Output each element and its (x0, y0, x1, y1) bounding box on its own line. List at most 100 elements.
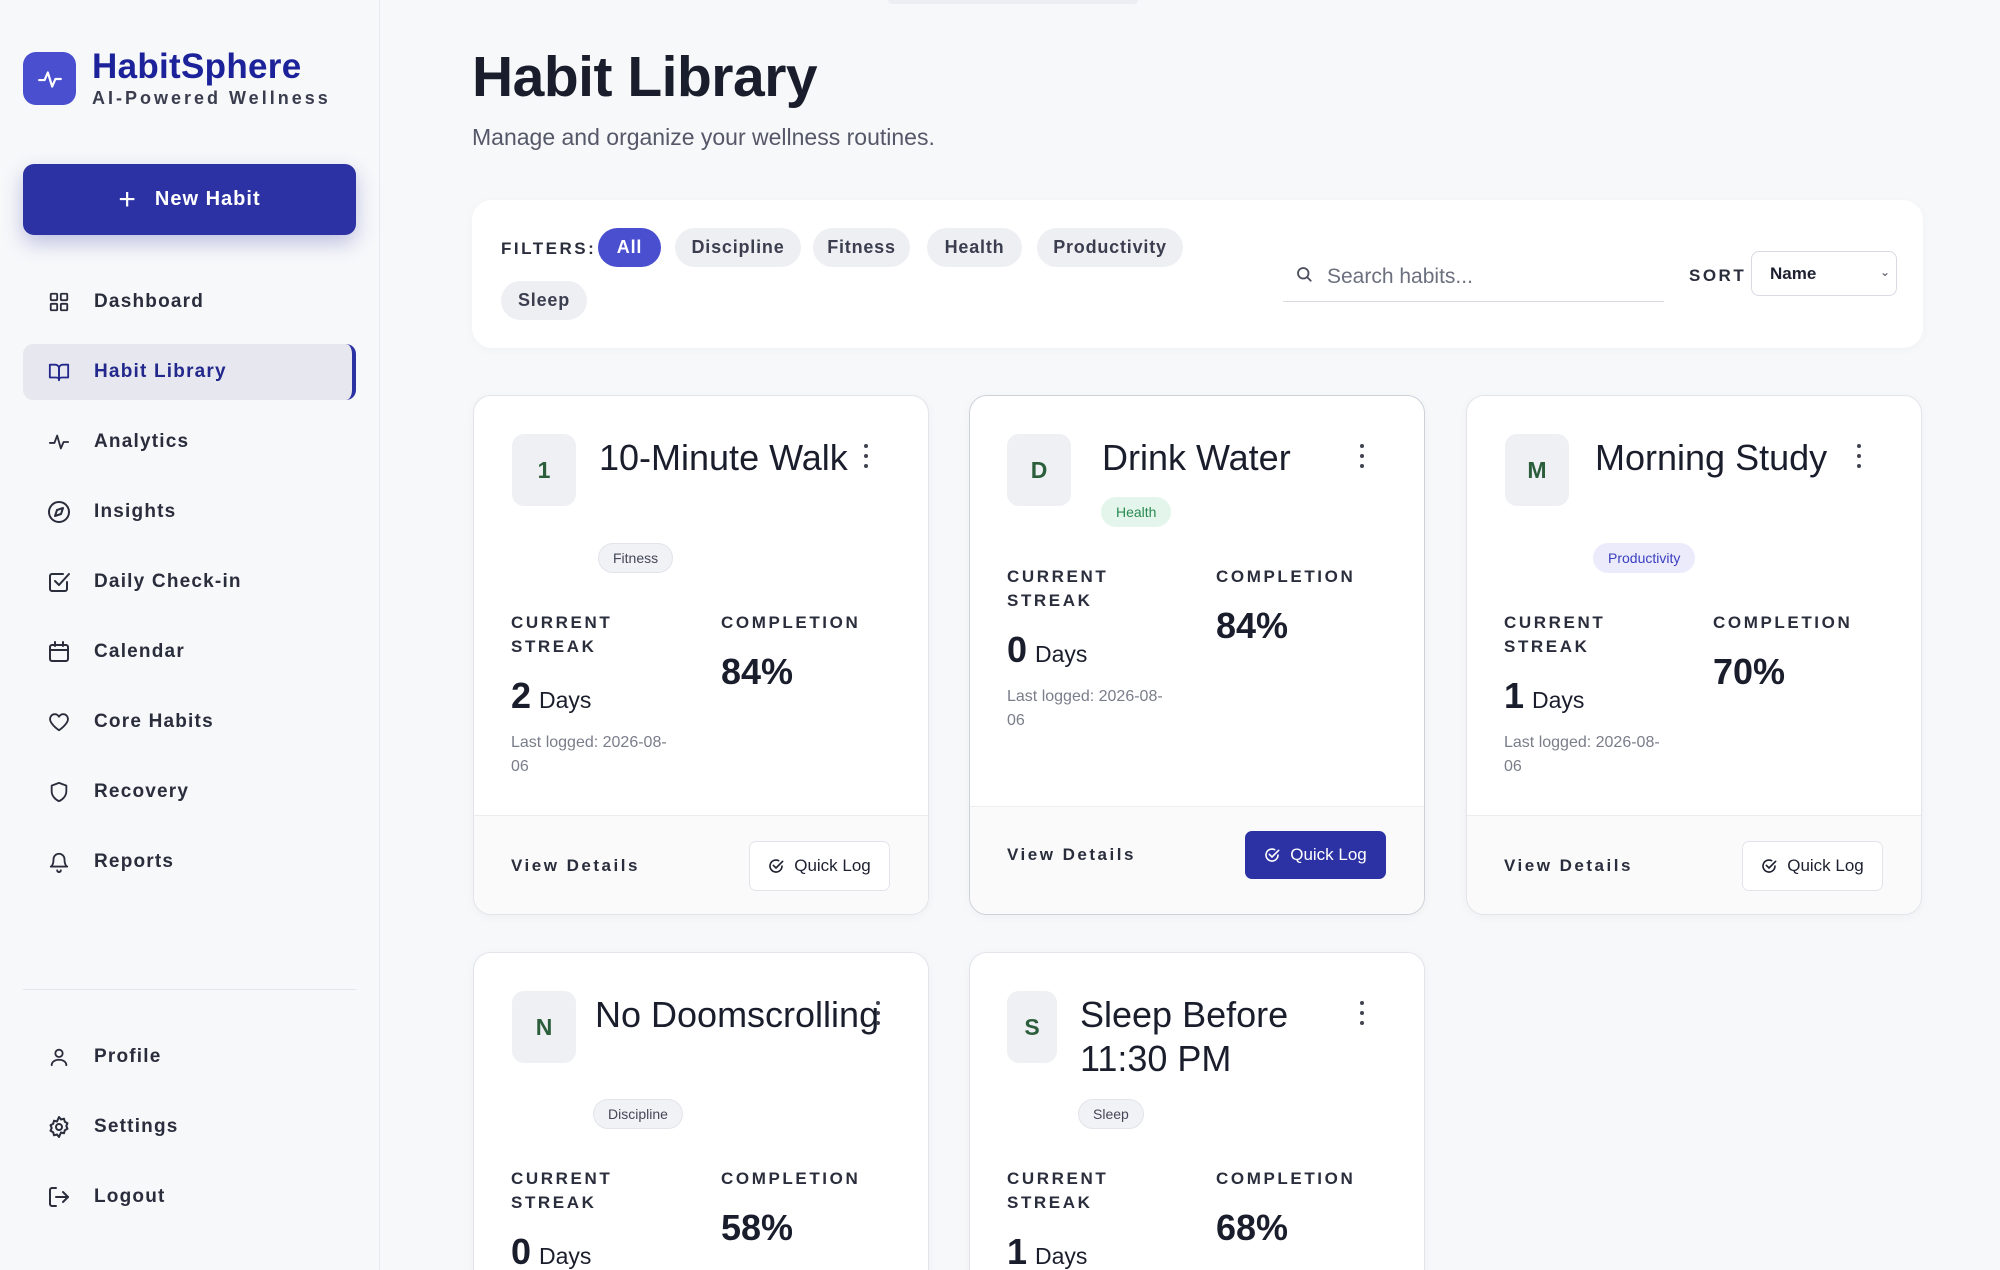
sidebar-item-logout[interactable]: Logout (23, 1169, 356, 1225)
habit-title[interactable]: No Doomscrolling (595, 993, 895, 1037)
sidebar-item-calendar[interactable]: Calendar (23, 624, 356, 680)
streak-value: 1 Days (1504, 675, 1584, 717)
completion-value: 84% (1216, 605, 1289, 646)
sidebar-item-core-habits[interactable]: Core Habits (23, 694, 356, 750)
habit-title[interactable]: 10-Minute Walk (599, 436, 849, 480)
filter-chip-fitness[interactable]: Fitness (813, 228, 910, 267)
pulse-icon (47, 430, 71, 454)
sidebar-item-dashboard[interactable]: Dashboard (23, 274, 356, 330)
new-habit-button[interactable]: + New Habit (23, 164, 356, 235)
sidebar-item-label: Logout (94, 1186, 166, 1207)
search-input[interactable] (1327, 264, 1647, 289)
completion-value: 68% (1216, 1207, 1289, 1248)
streak-unit: Days (1035, 1243, 1088, 1269)
calendar-icon (47, 640, 71, 664)
sidebar-item-daily-check-in[interactable]: Daily Check-in (23, 554, 356, 610)
habit-title[interactable]: Drink Water (1102, 436, 1352, 480)
completion-label: COMPLETION (1216, 1169, 1356, 1188)
streak-label: CURRENT STREAK (511, 613, 613, 656)
bell-icon (47, 850, 71, 874)
filter-chip-all[interactable]: All (598, 228, 661, 267)
last-logged: Last logged: 2026-08-06 (1504, 734, 1660, 775)
card-footer: View Details Quick Log (1467, 815, 1921, 914)
quick-log-button[interactable]: Quick Log (1245, 831, 1386, 879)
completion-label: COMPLETION (1216, 567, 1356, 586)
sidebar-item-label: Calendar (94, 641, 185, 662)
streak-value: 1 Days (1007, 1231, 1087, 1270)
streak-unit: Days (539, 687, 592, 713)
sidebar-item-habit-library[interactable]: Habit Library (23, 344, 356, 400)
filter-chip-sleep[interactable]: Sleep (501, 281, 587, 320)
more-options-icon[interactable] (872, 1001, 884, 1025)
quick-log-label: Quick Log (1290, 845, 1367, 864)
shield-icon (47, 780, 71, 804)
streak-label: CURRENT STREAK (1504, 613, 1606, 656)
streak-unit: Days (1035, 641, 1088, 667)
habit-title[interactable]: Morning Study (1595, 436, 1845, 480)
quick-log-button[interactable]: Quick Log (749, 841, 890, 891)
streak-number: 2 (511, 675, 532, 716)
brand-name: HabitSphere (92, 47, 302, 86)
more-options-icon[interactable] (1853, 444, 1865, 468)
filter-chip-productivity[interactable]: Productivity (1037, 228, 1183, 267)
habit-avatar: D (1007, 434, 1071, 506)
last-logged: Last logged: 2026-08-06 (1007, 688, 1163, 729)
brand[interactable]: HabitSphere AI-Powered Wellness (23, 48, 331, 109)
search-icon (1295, 265, 1313, 288)
completion-label: COMPLETION (1713, 613, 1853, 632)
streak-label: CURRENT STREAK (1007, 567, 1109, 610)
habit-tag: Discipline (593, 1099, 683, 1129)
completion-value: 84% (721, 651, 794, 692)
grid-icon (47, 290, 71, 314)
streak-number: 0 (511, 1231, 532, 1270)
habit-title[interactable]: Sleep Before 11:30 PM (1080, 993, 1340, 1081)
sidebar-item-label: Habit Library (94, 361, 227, 382)
pulse-logo-icon (23, 52, 76, 105)
quick-log-button[interactable]: Quick Log (1742, 841, 1883, 891)
view-details-link[interactable]: View Details (511, 856, 640, 876)
logout-icon (47, 1185, 71, 1209)
top-handle (888, 0, 1138, 4)
sort-select[interactable]: Name ⌄ (1751, 251, 1897, 296)
new-habit-label: New Habit (154, 188, 261, 210)
checkbox-icon (47, 570, 71, 594)
view-details-link[interactable]: View Details (1007, 845, 1136, 865)
heart-icon (47, 710, 71, 734)
sidebar-item-settings[interactable]: Settings (23, 1099, 356, 1155)
sort-label: SORT (1689, 266, 1747, 285)
sidebar-item-recovery[interactable]: Recovery (23, 764, 356, 820)
quick-log-label: Quick Log (794, 856, 871, 875)
gear-icon (47, 1115, 71, 1139)
habit-card-10-minute-walk: 1 10-Minute Walk Fitness CURRENT STREAK … (473, 395, 929, 915)
sidebar-item-insights[interactable]: Insights (23, 484, 356, 540)
sidebar-item-label: Insights (94, 501, 177, 522)
completion-label: COMPLETION (721, 613, 861, 632)
card-footer: View Details Quick Log (474, 815, 928, 914)
plus-icon: + (118, 182, 137, 216)
quick-log-label: Quick Log (1787, 856, 1864, 875)
habit-card-drink-water: D Drink Water Health CURRENT STREAK COMP… (969, 395, 1425, 915)
view-details-link[interactable]: View Details (1504, 856, 1633, 876)
main-content: Habit Library Manage and organize your w… (380, 0, 2000, 1270)
sidebar-item-label: Recovery (94, 781, 190, 802)
habit-tag: Productivity (1593, 543, 1696, 573)
sidebar-item-label: Core Habits (94, 711, 214, 732)
sidebar-nav: Dashboard Habit Library Analytics Insigh… (23, 274, 356, 904)
sidebar-item-label: Profile (94, 1046, 162, 1067)
filter-panel: FILTERS: All Discipline Fitness Health P… (472, 200, 1923, 348)
habit-card-no-doomscrolling: N No Doomscrolling Discipline CURRENT ST… (473, 952, 929, 1270)
sidebar-item-analytics[interactable]: Analytics (23, 414, 356, 470)
more-options-icon[interactable] (1356, 444, 1368, 468)
more-options-icon[interactable] (1356, 1001, 1368, 1025)
card-footer: View Details Quick Log (970, 806, 1424, 914)
book-icon (47, 360, 71, 384)
check-circle-icon (768, 858, 784, 874)
habit-tag: Sleep (1078, 1099, 1144, 1129)
streak-label: CURRENT STREAK (511, 1169, 613, 1212)
filter-chip-health[interactable]: Health (927, 228, 1022, 267)
more-options-icon[interactable] (860, 444, 872, 468)
sidebar-item-profile[interactable]: Profile (23, 1029, 356, 1085)
sidebar-item-reports[interactable]: Reports (23, 834, 356, 890)
filter-chip-discipline[interactable]: Discipline (675, 228, 801, 267)
sidebar-item-label: Analytics (94, 431, 190, 452)
